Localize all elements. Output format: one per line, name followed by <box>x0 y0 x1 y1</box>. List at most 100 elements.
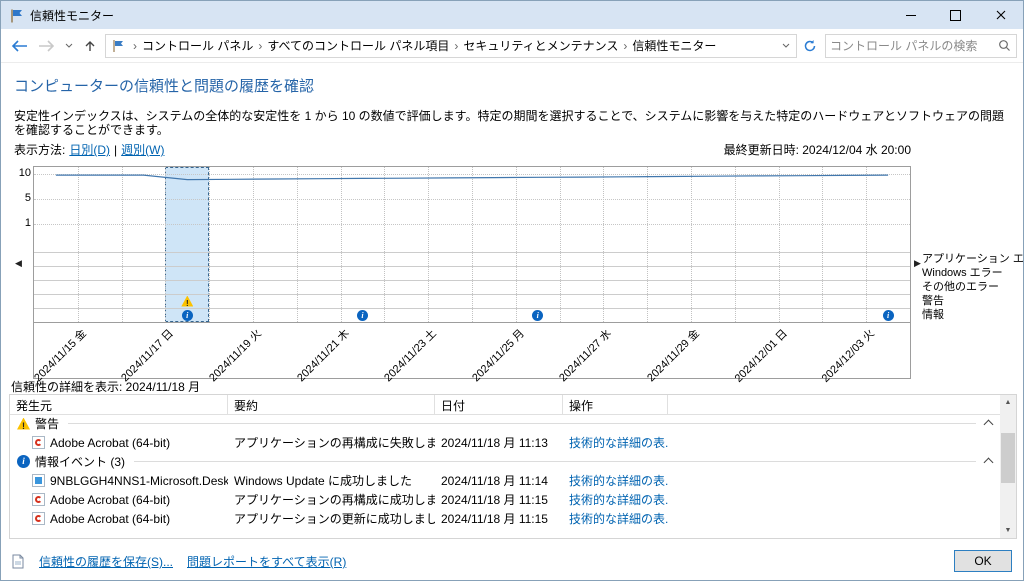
info-event-icon[interactable]: i <box>182 310 193 321</box>
details-table-header: 発生元要約日付操作 <box>10 395 1000 415</box>
group-label: 情報イベント (3) <box>35 453 125 470</box>
up-button[interactable] <box>77 33 103 59</box>
column-header[interactable]: 要約 <box>228 395 435 414</box>
legend-label: 情報 <box>922 308 1024 322</box>
scrollbar-up-arrow[interactable]: ▲ <box>1000 395 1016 410</box>
event-source: Adobe Acrobat (64-bit) <box>50 493 170 507</box>
chart-axis-line <box>34 322 910 323</box>
details-section-title: 信頼性の詳細を表示: 2024/11/18 月 <box>11 378 200 395</box>
breadcrumb-item[interactable]: 信頼性モニター <box>632 37 716 54</box>
view-daily-link[interactable]: 日別(D) <box>69 141 110 158</box>
refresh-button[interactable] <box>799 34 821 58</box>
event-group-row[interactable]: ! 警告 <box>10 414 1000 433</box>
view-weekly-link[interactable]: 週別(W) <box>121 141 164 158</box>
back-button[interactable] <box>6 33 32 59</box>
column-header[interactable]: 発生元 <box>10 395 228 414</box>
view-all-reports-link[interactable]: 問題レポートをすべて表示(R) <box>187 553 346 570</box>
view-mode-label: 表示方法: <box>14 141 65 158</box>
search-icon[interactable] <box>998 39 1011 52</box>
recent-pages-dropdown[interactable] <box>62 33 75 59</box>
search-input[interactable] <box>826 39 998 53</box>
collapse-chevron-icon[interactable] <box>984 420 994 430</box>
event-row[interactable]: Adobe Acrobat (64-bit)アプリケーションの再構成に成功しまし… <box>10 490 1000 509</box>
breadcrumb-chevron-icon[interactable]: › <box>623 39 627 53</box>
scrollbar-thumb[interactable] <box>1001 433 1015 483</box>
date-label: 2024/11/19 火 <box>200 325 265 390</box>
event-group-row[interactable]: i 情報イベント (3) <box>10 452 1000 471</box>
group-divider <box>134 461 976 462</box>
address-bar[interactable]: › コントロール パネル › すべてのコントロール パネル項目 › セキュリティとメンテナ… <box>105 34 797 58</box>
breadcrumb-item[interactable]: すべてのコントロール パネル項目 <box>267 37 449 54</box>
y-tick: 10 <box>9 167 31 179</box>
info-event-icon[interactable]: i <box>883 310 894 321</box>
app-icon <box>32 436 45 449</box>
scrollbar-down-arrow[interactable]: ▼ <box>1000 523 1016 538</box>
reliability-flag-icon <box>9 8 24 23</box>
event-date: 2024/11/18 月 11:15 <box>435 491 563 508</box>
event-row[interactable]: Adobe Acrobat (64-bit) アプリケーションの再構成に失敗しまし… <box>10 433 1000 452</box>
date-label: 2024/11/21 木 <box>287 325 352 390</box>
group-label: 警告 <box>35 415 59 432</box>
details-table: 発生元要約日付操作 !警告Adobe Acrobat (64-bit)アプリケー… <box>9 394 1017 539</box>
date-label: 2024/12/01 日 <box>725 325 790 390</box>
footer-links: 信頼性の履歴を保存(S)... 問題レポートをすべて表示(R) <box>11 553 346 570</box>
breadcrumb-chevron-icon[interactable]: › <box>258 39 262 53</box>
grid-line <box>34 280 910 281</box>
chevron-down-icon <box>782 43 790 48</box>
event-summary: アプリケーションの再構成に失敗しました <box>228 434 435 451</box>
date-label: 2024/11/25 月 <box>462 325 527 390</box>
info-event-icon[interactable]: i <box>532 310 543 321</box>
group-divider <box>68 423 976 424</box>
event-row[interactable]: Adobe Acrobat (64-bit)アプリケーションの更新に成功しました… <box>10 509 1000 528</box>
close-icon <box>996 10 1006 20</box>
event-row[interactable]: 9NBLGGH4NNS1-Microsoft.Deskt...Windows U… <box>10 471 1000 490</box>
last-updated: 最終更新日時: 2024/12/04 水 20:00 <box>724 141 911 158</box>
details-table-body: ! 警告 Adobe Acrobat (64-bit) アプリケーションの再構成に失敗… <box>10 414 1000 528</box>
minimize-button[interactable] <box>888 1 933 29</box>
chevron-down-icon <box>65 43 73 48</box>
column-header-filler <box>668 395 1000 414</box>
ok-button[interactable]: OK <box>954 550 1012 572</box>
grid-line <box>34 294 910 295</box>
info-icon: i <box>17 455 30 468</box>
navigation-bar: › コントロール パネル › すべてのコントロール パネル項目 › セキュリティとメンテナ… <box>1 29 1023 63</box>
date-label: 2024/11/23 土 <box>375 325 440 390</box>
breadcrumb-item[interactable]: セキュリティとメンテナンス <box>463 37 618 54</box>
warning-event-icon[interactable]: ! <box>181 296 193 307</box>
save-history-link[interactable]: 信頼性の履歴を保存(S)... <box>39 553 173 570</box>
event-date: 2024/11/18 月 11:14 <box>435 472 563 489</box>
scroll-left-arrow[interactable]: ◀ <box>15 258 22 269</box>
reliability-chart[interactable]: !iiii2024/11/15 金2024/11/17 日2024/11/19 … <box>33 166 911 379</box>
warning-icon: ! <box>17 418 30 430</box>
breadcrumb-item[interactable]: コントロール パネル <box>142 37 253 54</box>
app-icon <box>32 493 45 506</box>
breadcrumb-chevron-icon[interactable]: › <box>133 39 137 53</box>
grid-line <box>34 266 910 267</box>
event-summary: Windows Update に成功しました <box>228 472 435 489</box>
technical-details-link[interactable]: 技術的な詳細の表... <box>569 474 668 488</box>
legend-label: その他のエラー <box>922 280 1024 294</box>
technical-details-link[interactable]: 技術的な詳細の表... <box>569 512 668 526</box>
column-header[interactable]: 日付 <box>435 395 563 414</box>
window-controls <box>888 1 1023 29</box>
maximize-icon <box>950 10 961 21</box>
breadcrumb-chevron-icon[interactable]: › <box>454 39 458 53</box>
technical-details-link[interactable]: 技術的な詳細の表... <box>569 493 668 507</box>
maximize-button[interactable] <box>933 1 978 29</box>
collapse-chevron-icon[interactable] <box>984 458 994 468</box>
event-source: Adobe Acrobat (64-bit) <box>50 436 170 450</box>
scroll-right-arrow[interactable]: ▶ <box>914 258 921 269</box>
save-history-icon <box>11 554 25 569</box>
column-header[interactable]: 操作 <box>563 395 668 414</box>
forward-button[interactable] <box>34 33 60 59</box>
grid-line <box>34 252 910 253</box>
close-button[interactable] <box>978 1 1023 29</box>
info-event-icon[interactable]: i <box>357 310 368 321</box>
address-dropdown-button[interactable] <box>778 35 794 57</box>
y-axis-ticks: 10 5 1 <box>9 166 31 236</box>
chart-grid: !iiii2024/11/15 金2024/11/17 日2024/11/19 … <box>34 167 910 378</box>
legend-label: アプリケーション エラー <box>922 252 1024 266</box>
technical-details-link[interactable]: 技術的な詳細の表... <box>569 436 668 450</box>
vertical-scrollbar[interactable]: ▲ ▼ <box>1000 395 1016 538</box>
event-date: 2024/11/18 月 11:15 <box>435 510 563 527</box>
